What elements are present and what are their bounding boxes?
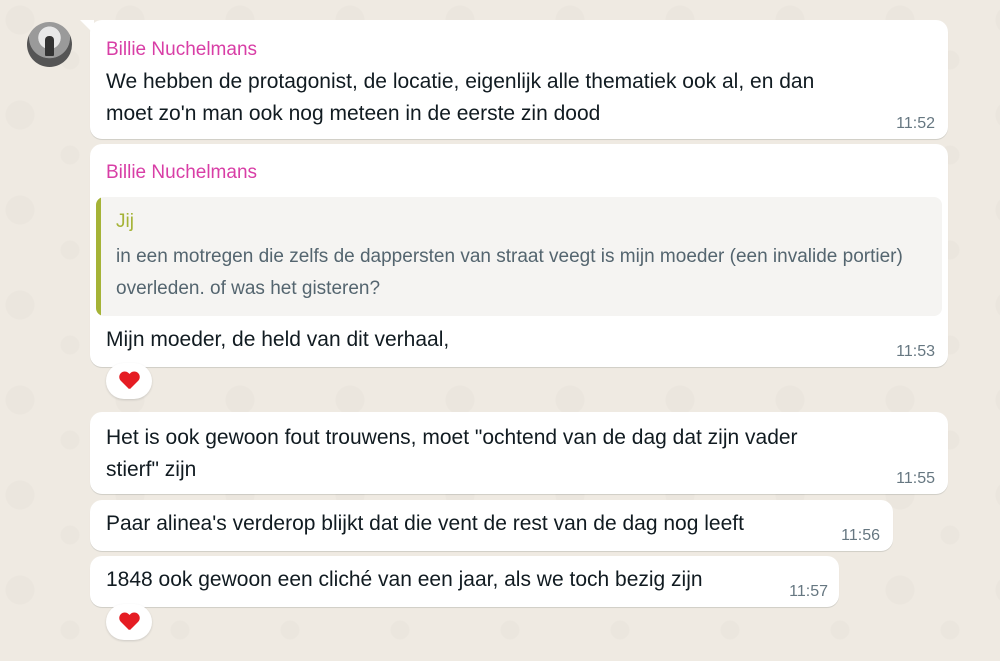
message-time: 11:53	[896, 343, 935, 360]
quote-author: Jij	[116, 211, 134, 232]
quote-text: in een motregen die zelfs de dappersten …	[116, 246, 903, 299]
message-time: 11:56	[841, 527, 880, 544]
message-bubble-1[interactable]: Billie Nuchelmans We hebben de protagoni…	[80, 20, 948, 139]
heart-icon	[119, 613, 139, 631]
message-bubble-4[interactable]: Paar alinea's verderop blijkt dat die ve…	[90, 500, 893, 551]
message-text: Het is ook gewoon fout trouwens, moet "o…	[106, 426, 798, 481]
quoted-message[interactable]: Jij in een motregen die zelfs de dappers…	[96, 197, 942, 316]
message-text: Paar alinea's verderop blijkt dat die ve…	[106, 512, 744, 535]
message-bubble-2[interactable]: Billie Nuchelmans Jij in een motregen di…	[90, 144, 948, 367]
sender-name: Billie Nuchelmans	[106, 39, 258, 60]
reaction-heart-2[interactable]	[106, 604, 152, 640]
message-text: Mijn moeder, de held van dit verhaal,	[106, 328, 450, 351]
sender-name: Billie Nuchelmans	[106, 162, 258, 183]
message-text: We hebben de protagonist, de locatie, ei…	[106, 70, 815, 125]
message-time: 11:52	[896, 115, 935, 132]
quote-accent-bar	[96, 197, 101, 316]
bubble-tail	[80, 20, 94, 34]
message-time: 11:57	[789, 583, 828, 600]
message-bubble-5[interactable]: 1848 ook gewoon een cliché van een jaar,…	[90, 556, 839, 607]
message-text: 1848 ook gewoon een cliché van een jaar,…	[106, 568, 703, 591]
avatar[interactable]	[27, 22, 72, 67]
message-time: 11:55	[896, 470, 935, 487]
reaction-heart-1[interactable]	[106, 363, 152, 399]
heart-icon	[119, 372, 139, 390]
message-bubble-3[interactable]: Het is ook gewoon fout trouwens, moet "o…	[90, 412, 948, 494]
